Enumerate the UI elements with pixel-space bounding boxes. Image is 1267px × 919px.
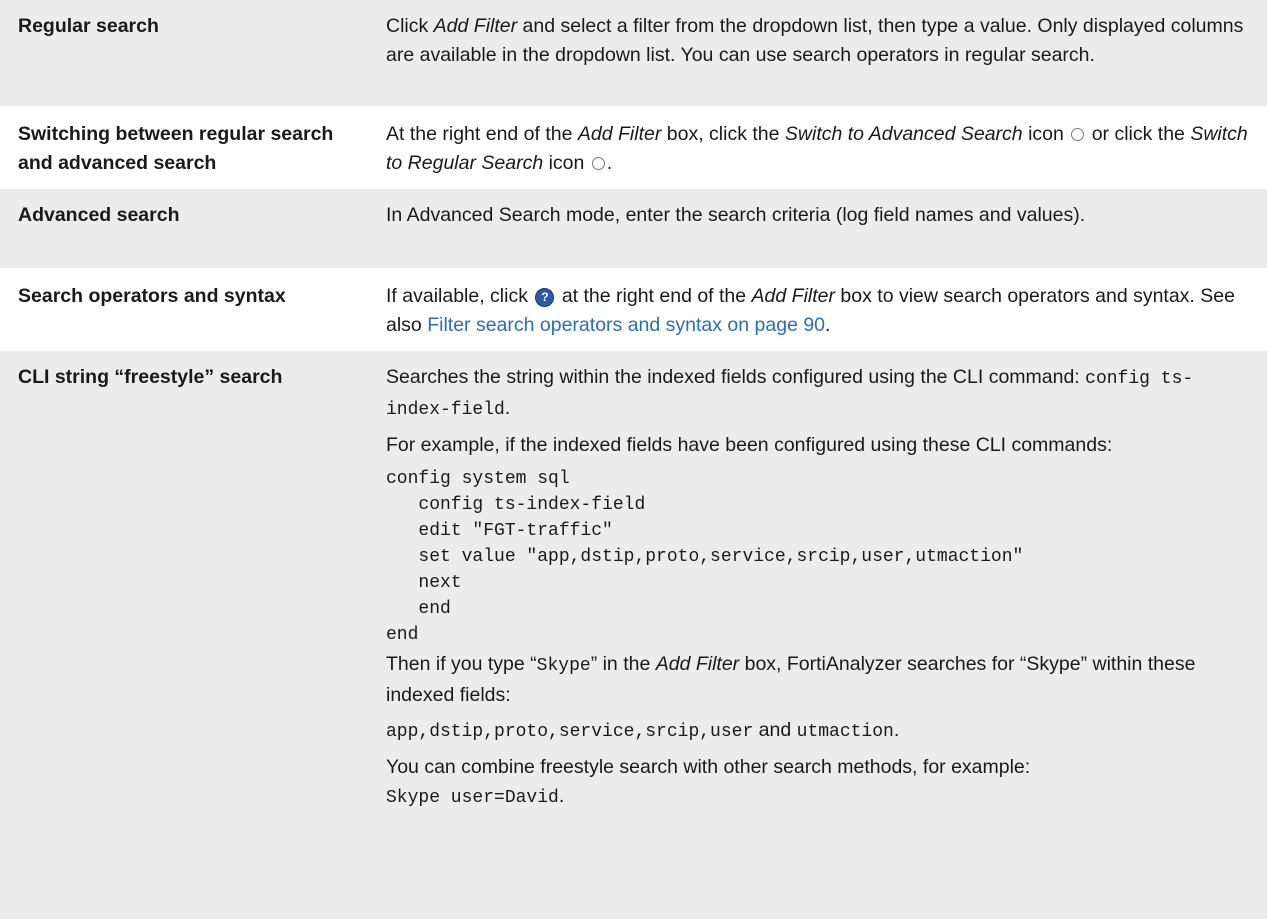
paragraph: Searches the string within the indexed f… (386, 363, 1257, 425)
text: or click the (1086, 123, 1191, 145)
text: Searches the string within the indexed f… (386, 366, 1086, 388)
text: . (504, 397, 511, 419)
term-switching: Switching between regular search and adv… (18, 123, 334, 174)
text: Then if you type “ (386, 653, 537, 675)
help-icon: ? (535, 288, 555, 307)
table-row: CLI string “freestyle” search Searches t… (0, 351, 1267, 919)
text: and (753, 719, 797, 741)
paragraph: You can combine freestyle search with ot… (386, 756, 1031, 778)
ui-term: Add Filter (655, 653, 740, 675)
code-line: next (386, 573, 462, 593)
desc-switching: At the right end of the Add Filter box, … (366, 108, 1267, 187)
inline-code: Skype user=David (386, 788, 559, 808)
code-line: edit "FGT-traffic" (386, 521, 613, 541)
switch-to-regular-search-icon (591, 157, 605, 171)
table-row: Regular search Click Add Filter and sele… (0, 0, 1267, 108)
table-row: Switching between regular search and adv… (0, 108, 1267, 189)
text: . (825, 314, 831, 336)
text: At the right end of the (386, 123, 578, 145)
term-regular-search: Regular search (18, 15, 159, 37)
paragraph: For example, if the indexed fields have … (386, 434, 1113, 456)
code-line: set value "app,dstip,proto,service,srcip… (386, 547, 1024, 567)
desc-cli-freestyle: Searches the string within the indexed f… (366, 351, 1267, 919)
desc-advanced-search: In Advanced Search mode, enter the searc… (386, 204, 1086, 226)
text: ” in the (590, 653, 656, 675)
inline-code: Skype (536, 656, 591, 676)
desc-regular-search: Click Add Filter and select a filter fro… (366, 0, 1267, 106)
ui-term: Switch to Advanced Search (784, 123, 1023, 145)
ui-term: Add Filter (751, 285, 835, 307)
text: . (893, 719, 900, 741)
term-search-operators: Search operators and syntax (18, 285, 286, 307)
switch-to-advanced-search-icon (1071, 128, 1085, 142)
text: If available, click (386, 285, 534, 307)
code-line: end (386, 625, 419, 645)
text: at the right end of the (556, 285, 752, 307)
text: box, click the (661, 123, 785, 145)
code-line: config system sql (386, 469, 570, 489)
text: . (558, 785, 565, 807)
code-line: end (386, 599, 451, 619)
desc-search-operators: If available, click ? at the right end o… (366, 270, 1267, 349)
term-advanced-search: Advanced search (18, 204, 180, 226)
definition-table: Regular search Click Add Filter and sele… (0, 0, 1267, 919)
text: icon (543, 152, 585, 174)
ui-term: Add Filter (577, 123, 662, 145)
inline-code: app,dstip,proto,service,srcip,user (386, 722, 754, 742)
code-line: config ts-index-field (386, 495, 646, 515)
ui-term: Add Filter (433, 15, 518, 37)
text: icon (1022, 123, 1064, 145)
text: Click (386, 15, 434, 37)
code-block: config system sql config ts-index-field … (386, 466, 1257, 648)
term-cli-freestyle: CLI string “freestyle” search (18, 366, 283, 388)
paragraph: Then if you type “Skype” in the Add Filt… (386, 650, 1257, 710)
text: . (606, 152, 613, 174)
inline-code: utmaction (796, 722, 894, 742)
table-row: Advanced search In Advanced Search mode,… (0, 189, 1267, 270)
table-row: Search operators and syntax If available… (0, 270, 1267, 351)
paragraph: app,dstip,proto,service,srcip,user and u… (386, 716, 1257, 747)
paragraph: Skype user=David. (386, 782, 1257, 813)
filter-syntax-link[interactable]: Filter search operators and syntax on pa… (427, 314, 825, 336)
